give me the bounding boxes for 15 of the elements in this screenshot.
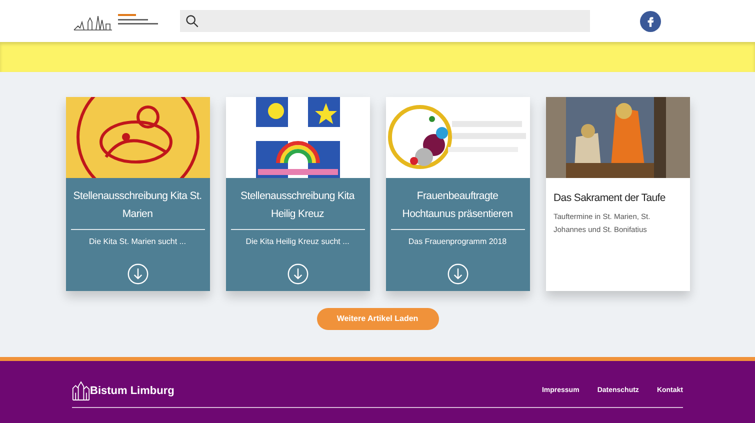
card-teaser-text: Die Kita Heilig Kreuz sucht ... bbox=[246, 236, 350, 248]
card-title: Frauenbeauftragte Hochtaunus präsentieren bbox=[401, 189, 514, 222]
search-icon bbox=[185, 14, 199, 28]
card-title: Stellenausschreibung Kita St. Marien bbox=[72, 189, 203, 222]
search-field[interactable] bbox=[180, 10, 590, 32]
card-title: Das Sakrament der Taufe bbox=[554, 191, 666, 206]
footer-brand: Bistum Limburg bbox=[90, 384, 174, 399]
card-teaser-text: Die Kita St. Marien sucht ... bbox=[89, 236, 186, 248]
card-title: Stellenausschreibung Kita Heilig Kreuz bbox=[240, 189, 356, 222]
teaser-card[interactable]: Stellenausschreibung Kita St. Marien Die Kita St. Marien sucht ... bbox=[66, 97, 210, 291]
teaser-card[interactable]: Frauenbeauftragte Hochtaunus präsentieren Das Frauenprogramm 2018 bbox=[386, 97, 530, 291]
card-teaser-text: Das Frauenprogramm 2018 bbox=[408, 236, 507, 248]
cathedral-logo-icon bbox=[72, 381, 90, 401]
facebook-icon[interactable] bbox=[640, 10, 661, 32]
teaser-card[interactable]: Stellenausschreibung Kita Heilig Kreuz Die Kita Heilig Kreuz sucht ... bbox=[226, 97, 370, 291]
